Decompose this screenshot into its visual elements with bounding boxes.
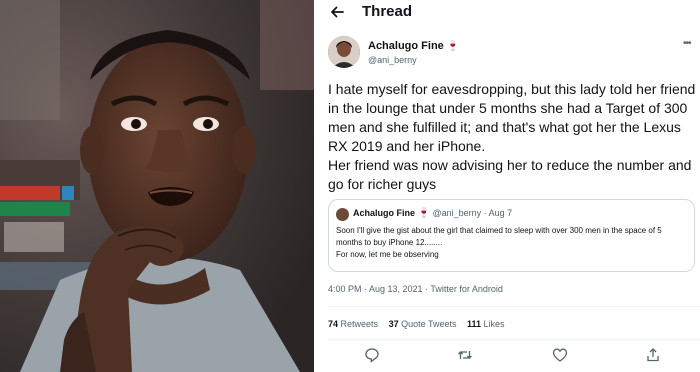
reaction-photo [0,0,314,372]
share-button[interactable] [645,347,661,363]
quoted-meta: @ani_berny · Aug 7 [432,208,513,218]
tweet-timestamp[interactable]: 4:00 PM · Aug 13, 2021 · Twitter for And… [328,284,503,294]
arrow-left-icon [331,6,344,18]
quoted-tweet-header: Achalugo Fine 🍷 @ani_berny · Aug 7 [353,208,512,219]
author-handle[interactable]: @ani_berny [368,55,417,65]
quotes-stat[interactable]: 37 Quote Tweets [389,319,457,329]
retweets-label: Retweets [340,319,379,329]
likes-stat[interactable]: 111 Likes [467,319,505,329]
quoted-author-name: Achalugo Fine [353,208,416,218]
author-avatar[interactable] [328,36,360,68]
quoted-tweet[interactable]: Achalugo Fine 🍷 @ani_berny · Aug 7 Soon … [328,199,695,272]
quotes-count: 37 [388,319,399,329]
engagement-stats: 74 Retweets 37 Quote Tweets 111 Likes [328,319,513,329]
back-button[interactable] [326,1,348,23]
divider [328,306,700,307]
quotes-label: Quote Tweets [401,319,457,329]
likes-label: Likes [483,319,505,329]
reply-button[interactable] [364,347,380,363]
reply-icon [365,348,379,363]
retweet-button[interactable] [457,347,473,363]
author-name[interactable]: Achalugo Fine 🍷 [368,40,459,52]
divider [328,339,700,340]
like-button[interactable] [552,347,568,363]
like-icon [552,348,568,362]
more-options-icon[interactable]: ••• [683,38,691,49]
quoted-tweet-text: Soon I'll give the gist about the girl t… [336,226,662,259]
retweet-icon [458,351,472,359]
quoted-author-avatar [336,208,349,221]
thread-header: Thread [316,0,700,24]
tweet-text: I hate myself for eavesdropping, but thi… [328,81,696,192]
share-icon [647,348,659,362]
retweets-stat[interactable]: 74 Retweets [328,319,378,329]
likes-count: 111 [467,319,482,329]
man-thinking-photo [0,0,314,372]
avatar-image [328,36,360,68]
thread-panel: Thread Achalugo Fine 🍷 @ani_berny ••• I … [316,0,700,372]
wine-glass-icon: 🍷 [417,208,430,219]
author-name-text: Achalugo Fine [368,40,444,52]
retweets-count: 74 [328,319,339,329]
wine-glass-icon: 🍷 [446,41,460,52]
page-title: Thread [362,3,413,20]
